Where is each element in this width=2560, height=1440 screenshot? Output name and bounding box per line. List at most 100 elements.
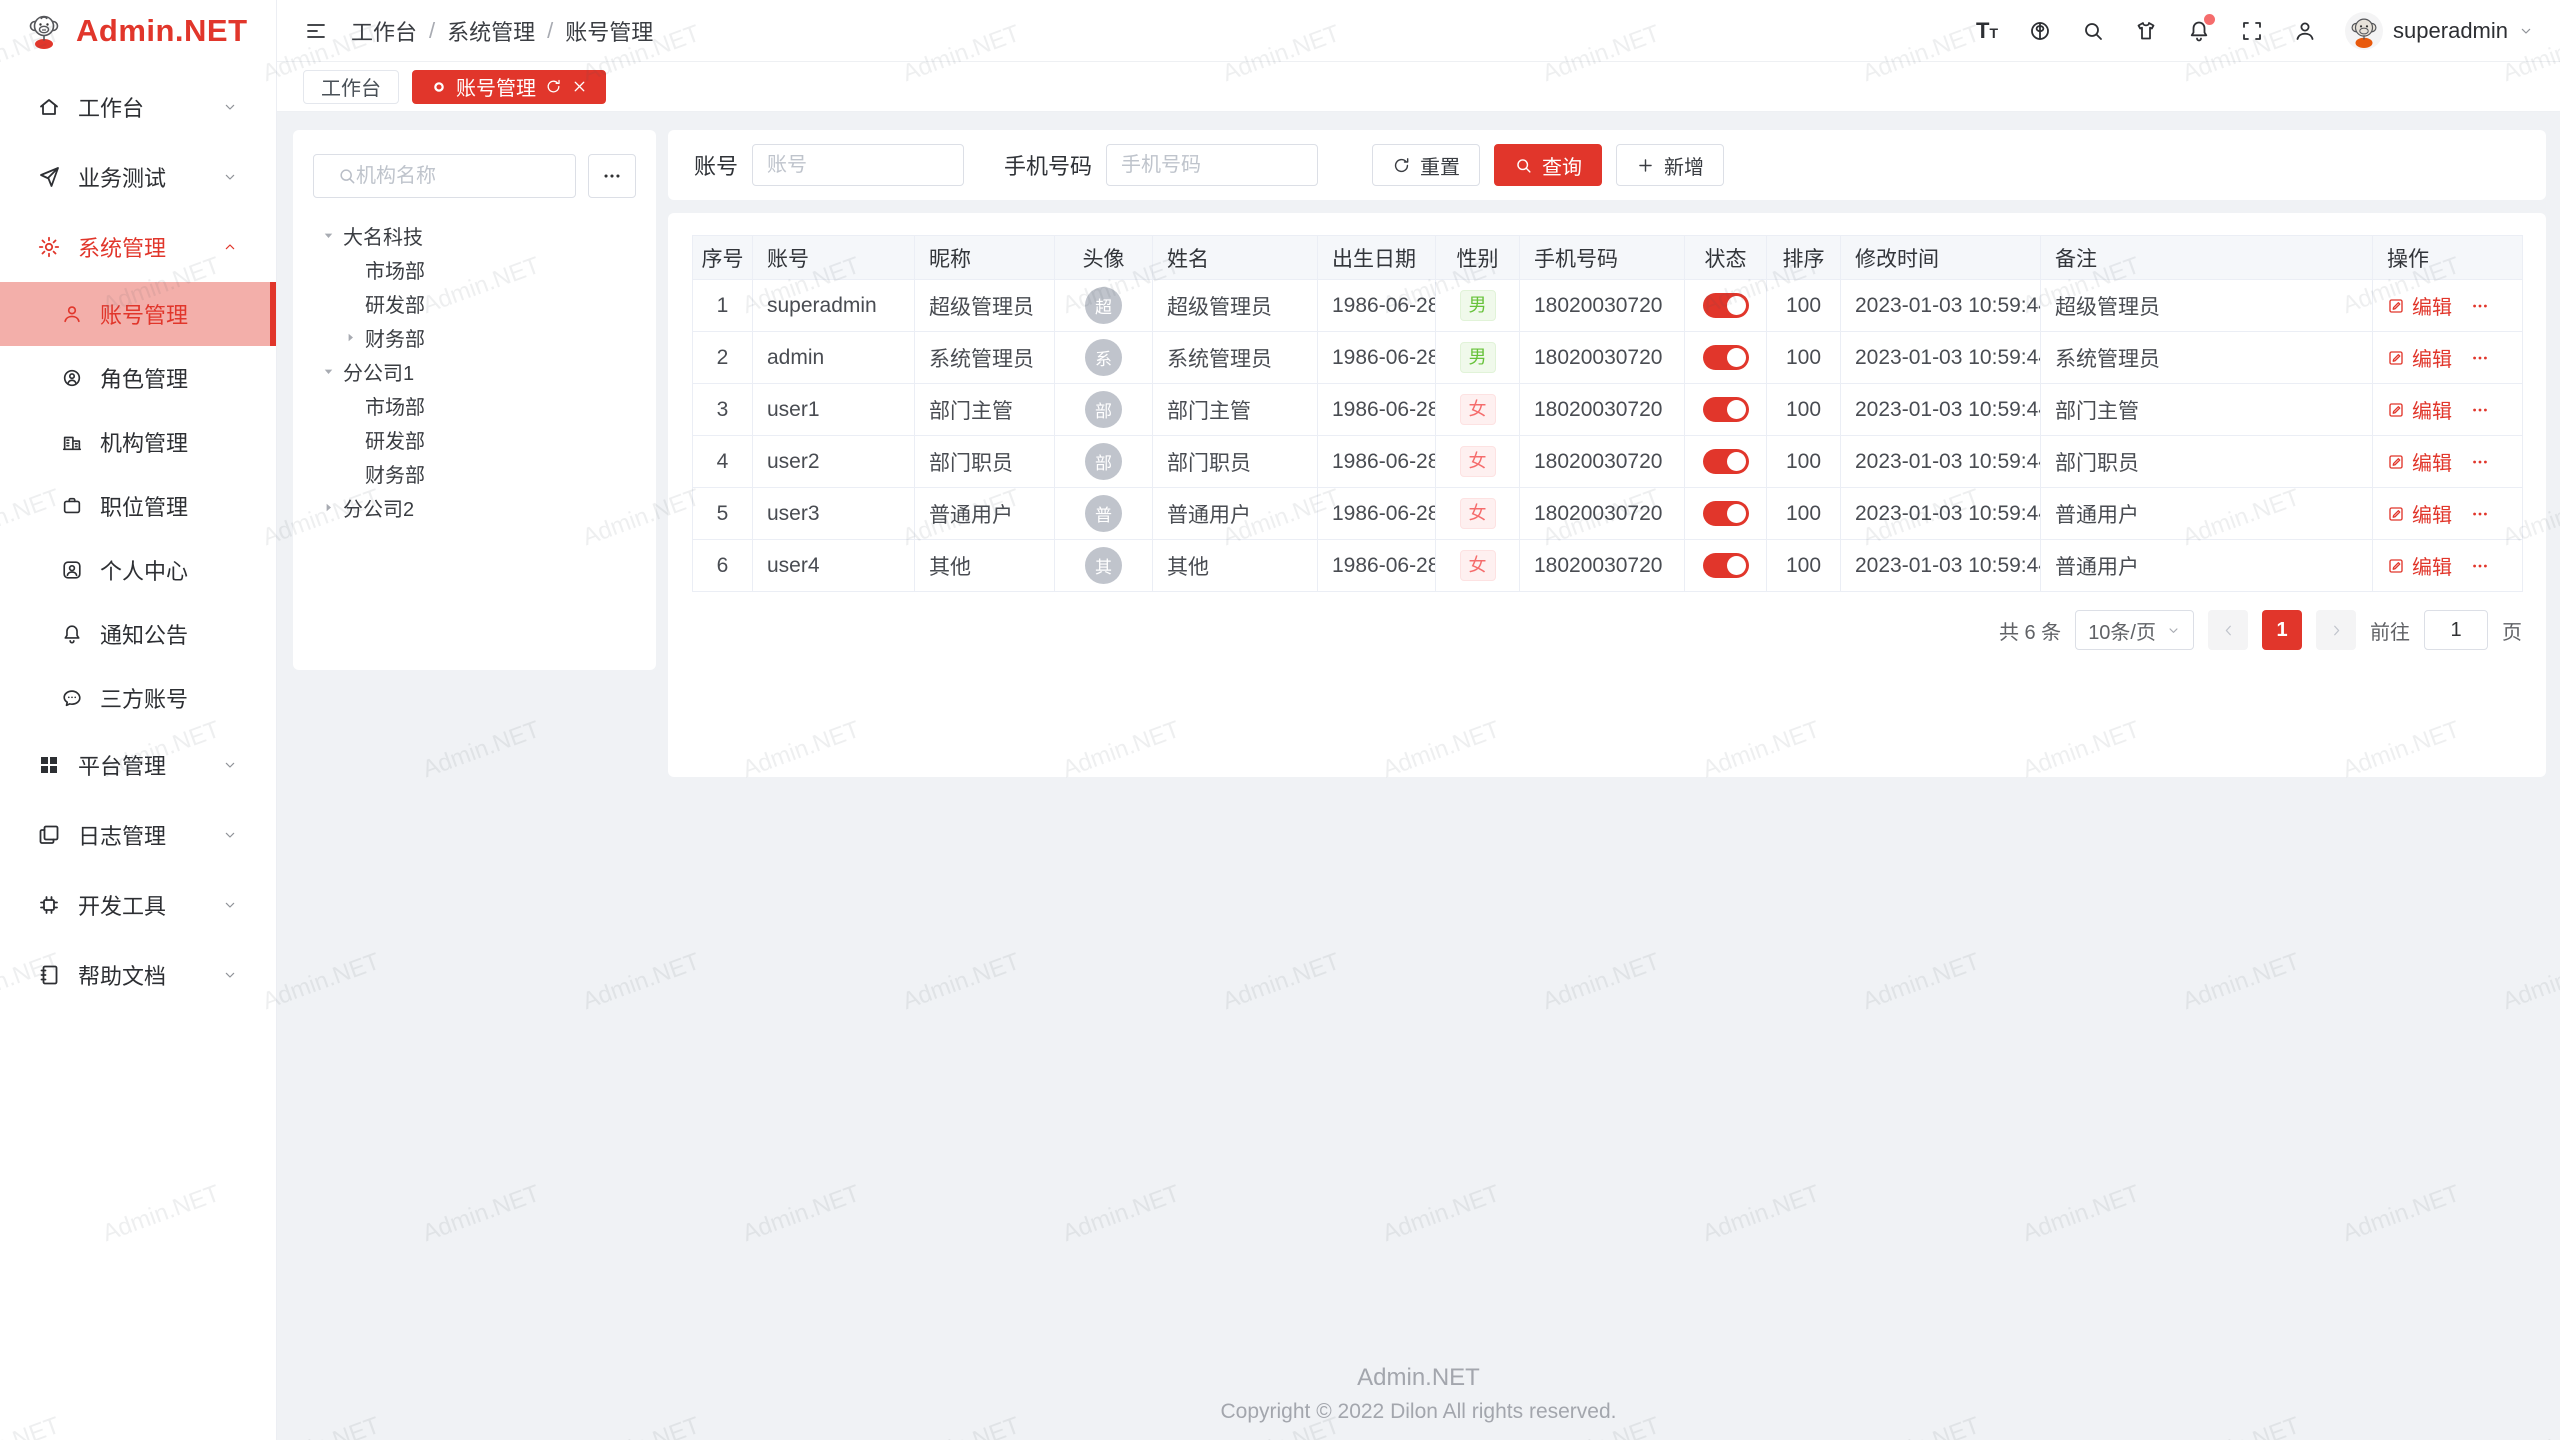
cell-gender: 女 <box>1436 488 1520 540</box>
tree-node[interactable]: 市场部 <box>313 388 636 422</box>
tab-refresh-icon[interactable] <box>545 78 562 95</box>
avatar <box>2345 12 2383 50</box>
tree-caret[interactable] <box>343 330 365 345</box>
tab-close-icon[interactable] <box>571 78 588 95</box>
chip-icon <box>36 893 62 917</box>
sidebar-item-label: 账号管理 <box>100 298 188 330</box>
prev-page-button[interactable] <box>2208 610 2248 650</box>
tree-more-button[interactable] <box>588 154 636 198</box>
page-size-select[interactable]: 10条/页 <box>2075 610 2194 650</box>
chevron-down-icon <box>2166 623 2181 638</box>
query-button[interactable]: 查询 <box>1494 144 1602 186</box>
edit-button[interactable]: 编辑 <box>2387 551 2452 580</box>
chevron-down-icon <box>222 897 238 913</box>
org-icon <box>60 431 84 453</box>
user-button[interactable] <box>2292 18 2318 44</box>
sidebar-item-third-account[interactable]: 三方账号 <box>0 666 276 730</box>
phone-filter-input[interactable] <box>1106 144 1318 186</box>
sidebar-item-notice[interactable]: 通知公告 <box>0 602 276 666</box>
next-page-button[interactable] <box>2316 610 2356 650</box>
notification-button[interactable] <box>2186 18 2212 44</box>
tree-node[interactable]: 大名科技 <box>313 218 636 252</box>
cell-seq: 6 <box>693 540 753 592</box>
status-toggle[interactable] <box>1703 449 1749 474</box>
theme-button[interactable] <box>2133 18 2159 44</box>
cell-avatar: 其 <box>1055 540 1153 592</box>
chat-icon <box>60 687 84 709</box>
cell-remark: 普通用户 <box>2041 540 2373 592</box>
status-toggle[interactable] <box>1703 345 1749 370</box>
chevron-down-icon <box>222 757 238 773</box>
tree-node[interactable]: 市场部 <box>313 252 636 286</box>
tree-node[interactable]: 研发部 <box>313 422 636 456</box>
tree-node[interactable]: 分公司1 <box>313 354 636 388</box>
theme-icon <box>2134 19 2158 43</box>
status-toggle[interactable] <box>1703 553 1749 578</box>
tree-caret[interactable] <box>321 364 343 379</box>
sidebar-item-dev-tools[interactable]: 开发工具 <box>0 870 276 940</box>
sidebar-item-personal-center[interactable]: 个人中心 <box>0 538 276 602</box>
tree-node-label: 分公司1 <box>343 357 414 386</box>
edit-button-label: 编辑 <box>2412 343 2452 372</box>
cell-status <box>1685 540 1767 592</box>
row-more-button[interactable] <box>2470 296 2490 316</box>
sidebar-item-role-mgmt[interactable]: 角色管理 <box>0 346 276 410</box>
edit-button[interactable]: 编辑 <box>2387 291 2452 320</box>
edit-button[interactable]: 编辑 <box>2387 499 2452 528</box>
row-more-button[interactable] <box>2470 556 2490 576</box>
sidebar-item-org-mgmt[interactable]: 机构管理 <box>0 410 276 474</box>
reset-button-label: 重置 <box>1420 151 1460 180</box>
font-size-button[interactable]: TT <box>1974 18 2000 44</box>
menu-fold-icon[interactable] <box>303 18 329 44</box>
row-more-button[interactable] <box>2470 348 2490 368</box>
sidebar-item-platform-mgmt[interactable]: 平台管理 <box>0 730 276 800</box>
add-button-label: 新增 <box>1664 151 1704 180</box>
edit-icon <box>2387 297 2405 315</box>
chevron-down-icon <box>222 827 238 843</box>
row-more-button[interactable] <box>2470 452 2490 472</box>
edit-button[interactable]: 编辑 <box>2387 447 2452 476</box>
prev-arrow-icon <box>2220 622 2237 639</box>
sidebar-item-business-test[interactable]: 业务测试 <box>0 142 276 212</box>
tree-caret[interactable] <box>321 500 343 515</box>
status-toggle[interactable] <box>1703 397 1749 422</box>
breadcrumb-item[interactable]: 工作台 <box>351 15 417 47</box>
tree-node[interactable]: 分公司2 <box>313 490 636 524</box>
status-toggle[interactable] <box>1703 293 1749 318</box>
column-header: 修改时间 <box>1841 236 2041 280</box>
current-page-button[interactable]: 1 <box>2262 610 2302 650</box>
user-menu[interactable]: superadmin <box>2345 12 2534 50</box>
account-filter-input[interactable] <box>752 144 964 186</box>
tab-account-mgmt[interactable]: 账号管理 <box>412 70 606 104</box>
add-button[interactable]: 新增 <box>1616 144 1724 186</box>
reset-button[interactable]: 重置 <box>1372 144 1480 186</box>
tree-node[interactable]: 研发部 <box>313 286 636 320</box>
column-header: 性别 <box>1436 236 1520 280</box>
sidebar-item-log-mgmt[interactable]: 日志管理 <box>0 800 276 870</box>
sidebar-item-post-mgmt[interactable]: 职位管理 <box>0 474 276 538</box>
sidebar-item-system-mgmt[interactable]: 系统管理 <box>0 212 276 282</box>
edit-button[interactable]: 编辑 <box>2387 343 2452 372</box>
fullscreen-button[interactable] <box>2239 18 2265 44</box>
cell-sort: 100 <box>1767 436 1841 488</box>
tab-workbench[interactable]: 工作台 <box>303 70 399 104</box>
tree-node[interactable]: 财务部 <box>313 320 636 354</box>
breadcrumb-item[interactable]: 系统管理 <box>447 15 535 47</box>
row-more-button[interactable] <box>2470 400 2490 420</box>
tree-node-label: 市场部 <box>365 255 425 284</box>
tree-node[interactable]: 财务部 <box>313 456 636 490</box>
search-button[interactable] <box>2080 18 2106 44</box>
language-button[interactable] <box>2027 18 2053 44</box>
row-more-button[interactable] <box>2470 504 2490 524</box>
sidebar-item-help-docs[interactable]: 帮助文档 <box>0 940 276 1010</box>
grid-icon <box>36 753 62 777</box>
breadcrumb-item[interactable]: 账号管理 <box>565 15 653 47</box>
goto-page-input[interactable] <box>2424 610 2488 650</box>
sidebar-item-account-mgmt[interactable]: 账号管理 <box>0 282 276 346</box>
sidebar-item-workbench[interactable]: 工作台 <box>0 72 276 142</box>
status-toggle[interactable] <box>1703 501 1749 526</box>
edit-button[interactable]: 编辑 <box>2387 395 2452 424</box>
tree-caret[interactable] <box>321 228 343 243</box>
more-icon <box>601 165 623 187</box>
cell-name: 普通用户 <box>1153 488 1318 540</box>
